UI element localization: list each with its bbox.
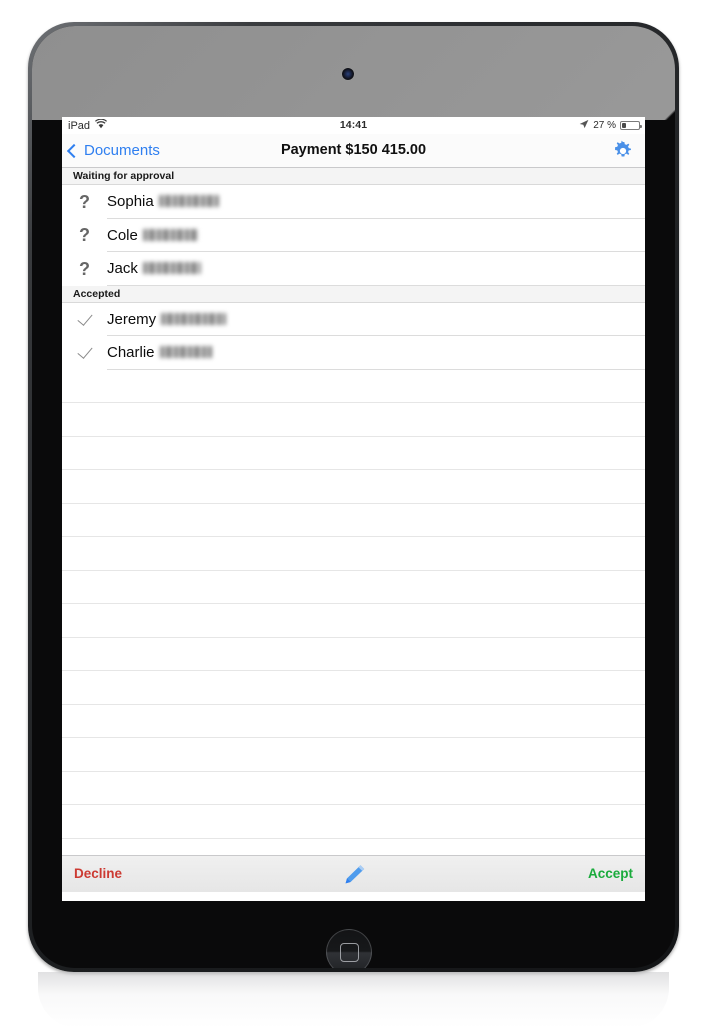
home-button[interactable] <box>326 929 372 968</box>
status-bar: iPad 14:41 27 % <box>62 117 645 134</box>
empty-list-row <box>62 503 645 537</box>
battery-percent-label: 27 % <box>593 120 616 131</box>
empty-list-row <box>62 470 645 504</box>
list-item-first-name: Jeremy <box>107 310 157 328</box>
list-item-first-name: Cole <box>107 226 138 244</box>
empty-list-row <box>62 570 645 604</box>
empty-list-row <box>62 369 645 403</box>
list-item-first-name: Sophia <box>107 193 154 211</box>
empty-list-row <box>62 436 645 470</box>
empty-list-row <box>62 403 645 437</box>
section-header: Waiting for approval <box>62 168 645 185</box>
accept-button[interactable]: Accept <box>588 856 633 892</box>
page-title: Payment $150 415.00 <box>280 142 427 158</box>
list-item-last-name-redacted <box>159 346 212 359</box>
list-item-last-name-redacted <box>142 262 201 275</box>
empty-list-row <box>62 671 645 705</box>
pencil-icon <box>345 865 364 884</box>
empty-list-row <box>62 805 645 839</box>
empty-list-row <box>62 704 645 738</box>
list-item-last-name-redacted <box>142 228 198 241</box>
checkmark-icon <box>62 343 107 360</box>
approval-list: Waiting for approval? Sophia? Cole? Jack Acc… <box>62 168 645 855</box>
list-item-name: Charlie <box>107 344 212 361</box>
list-item-first-name: Charlie <box>107 344 155 362</box>
empty-list-row <box>62 604 645 638</box>
home-rounded-square-icon <box>340 943 359 962</box>
settings-button[interactable] <box>612 140 634 162</box>
camera-dot-icon <box>342 68 354 80</box>
location-arrow-icon <box>579 119 589 132</box>
list-item-last-name-redacted <box>158 195 219 208</box>
question-mark-icon: ? <box>79 191 90 212</box>
list-item-name: Sophia <box>107 193 219 210</box>
list-item-name: Jeremy <box>107 310 227 328</box>
section-header: Accepted <box>62 285 645 303</box>
list-item-name: Cole <box>107 227 198 244</box>
screenshot-root: iPad 14:41 27 % Documents Payment $150 4… <box>0 0 707 1032</box>
empty-list-row <box>62 838 645 855</box>
empty-list-row <box>62 738 645 772</box>
list-item[interactable]: Jeremy <box>62 302 645 336</box>
list-item-name: Jack <box>107 260 201 277</box>
list-item-first-name: Jack <box>107 260 138 278</box>
checkmark-icon <box>62 309 107 326</box>
question-mark-icon: ? <box>79 225 90 246</box>
ipad-screen: iPad 14:41 27 % Documents Payment $150 4… <box>62 117 645 901</box>
battery-icon <box>620 121 642 130</box>
bottom-toolbar: Decline Accept <box>62 855 645 892</box>
list-item[interactable]: Charlie <box>62 336 645 370</box>
empty-list-row <box>62 637 645 671</box>
navigation-bar: Documents Payment $150 415.00 <box>62 134 645 168</box>
device-reflection <box>38 972 669 1028</box>
question-mark-icon: ? <box>79 258 90 279</box>
decline-button[interactable]: Decline <box>74 856 122 892</box>
gear-icon <box>615 140 631 157</box>
empty-list-row <box>62 771 645 805</box>
sign-button[interactable] <box>341 863 367 885</box>
status-bar-right: 27 % <box>579 119 642 132</box>
empty-list-row <box>62 537 645 571</box>
list-item[interactable]: ? Cole <box>62 218 645 252</box>
list-item[interactable]: ? Sophia <box>62 185 645 219</box>
list-item-last-name-redacted <box>161 312 227 325</box>
list-item[interactable]: ? Jack <box>62 252 645 286</box>
status-bar-time: 14:41 <box>339 119 368 131</box>
